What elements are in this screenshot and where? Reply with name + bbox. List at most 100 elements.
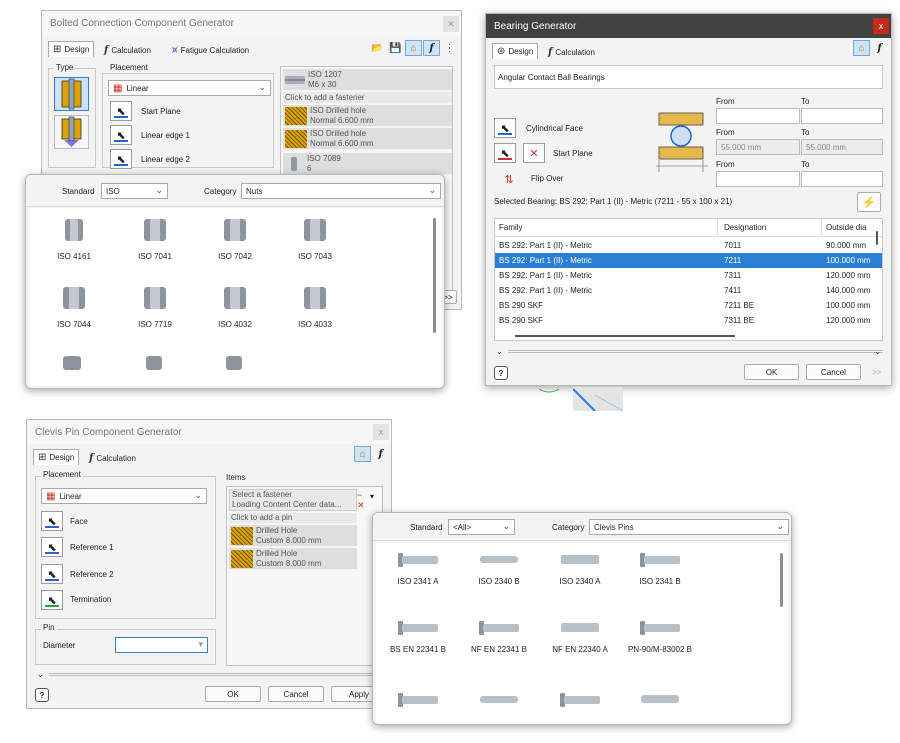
flip-over-icon[interactable]: ⇅	[498, 169, 520, 189]
linear-edge-2-pick-button[interactable]: ⬉	[110, 149, 132, 169]
list-item[interactable]: Drilled Hole Custom 8.000 mm	[229, 548, 357, 570]
bearing-tab-calculation[interactable]: f Calculation	[544, 44, 599, 60]
bolted-close-button[interactable]: ✕	[443, 16, 459, 32]
part-tile[interactable]: ISO 4161	[37, 216, 111, 261]
bearing-type-box[interactable]: Angular Contact Ball Bearings	[494, 65, 883, 89]
diameter-select[interactable]: ▾	[115, 637, 208, 653]
placement-select[interactable]: ▦ Linear ⌄	[108, 80, 271, 96]
ok-button[interactable]: OK	[744, 364, 799, 380]
part-tile[interactable]: ISO 2341 B	[623, 551, 697, 586]
tree-icon[interactable]: ⋮	[441, 40, 458, 56]
list-item[interactable]: Click to add a pin	[229, 513, 357, 524]
clevis-tab-design[interactable]: ⊞ Design	[33, 449, 80, 465]
table-row[interactable]: BS 292: Part 1 (II) - Metric 7311 120.00…	[495, 268, 882, 283]
part-tile[interactable]: ISO 7042	[198, 216, 272, 261]
save-icon[interactable]: 💾	[387, 40, 404, 56]
to-input-2[interactable]: 55.000 mm	[801, 139, 883, 155]
table-row[interactable]: BS 290 SKF 7211 BE 100.000 mm	[495, 298, 882, 313]
design-guide-icon[interactable]: ⌂	[853, 40, 870, 56]
part-tile[interactable]: ISO 7043	[278, 216, 352, 261]
column-header[interactable]: Outside dia	[826, 223, 866, 232]
linear-edge-1-pick-button[interactable]: ⬉	[110, 125, 132, 145]
part-tile[interactable]: PN-90/M-83002 B	[623, 619, 697, 654]
list-item[interactable]: Click to add a fastener	[283, 92, 452, 104]
clevis-expander[interactable]: ⌄	[37, 670, 383, 679]
table-row[interactable]: BS 292: Part 1 (II) - Metric 7011 90.000…	[495, 238, 882, 253]
table-row[interactable]: BS 292: Part 1 (II) - Metric 7211 100.00…	[495, 253, 882, 268]
calc-mode-icon[interactable]: f	[423, 40, 440, 56]
calc-mode-icon[interactable]: f	[372, 446, 389, 462]
bolted-tab-fatigue[interactable]: ⩙ Fatigue Calculation	[168, 42, 253, 58]
ok-button[interactable]: OK	[205, 686, 261, 702]
calc-mode-icon[interactable]: f	[871, 40, 888, 56]
blind-bolt-type-button[interactable]	[54, 115, 89, 149]
bolted-title-bar[interactable]: Bolted Connection Component Generator	[42, 11, 461, 35]
bearing-close-button[interactable]: x	[873, 18, 889, 34]
part-tile[interactable]: ISO 7719	[118, 284, 192, 329]
cancel-button[interactable]: Cancel	[268, 686, 324, 702]
reference-2-pick-button[interactable]: ⬉	[41, 564, 63, 584]
part-tile[interactable]: ISO 4032	[198, 284, 272, 329]
list-item[interactable]: Select a fastener Loading Content Center …	[229, 489, 357, 511]
clevis-placement-select[interactable]: ▦ Linear ⌄	[41, 488, 207, 504]
standard-select[interactable]: <All> ⌄	[448, 519, 515, 535]
nuts-scrollbar[interactable]	[433, 218, 436, 333]
part-name: NF EN 22340 A	[552, 645, 608, 654]
clevis-close-button[interactable]: x	[373, 424, 389, 440]
start-plane-pick-button[interactable]: ⬉	[110, 101, 132, 121]
through-bolt-type-button[interactable]	[54, 77, 89, 111]
part-tile[interactable]: BS EN 22341 B	[381, 619, 455, 654]
clear-selection-icon[interactable]: ✕	[523, 143, 545, 163]
reference-1-pick-button[interactable]: ⬉	[41, 537, 63, 557]
list-item[interactable]: ISO 7089 6	[283, 153, 452, 175]
column-header[interactable]: Family	[499, 223, 523, 232]
item-menu-chevron-icon[interactable]: ▾	[370, 492, 374, 501]
part-tile[interactable]: ISO 2340 A	[543, 551, 617, 586]
chevron-down-icon: ▾	[198, 639, 203, 649]
design-guide-icon[interactable]: ⌂	[354, 446, 371, 462]
clevis-title-bar[interactable]: Clevis Pin Component Generator	[27, 420, 391, 444]
bearing-tab-design[interactable]: ⊛ Design	[492, 43, 539, 59]
from-input-1[interactable]	[716, 108, 800, 124]
list-item[interactable]: Drilled Hole Custom 8.000 mm	[229, 525, 357, 547]
design-guide-icon[interactable]: ⌂	[405, 40, 422, 56]
part-tile[interactable]: ISO 4033	[278, 284, 352, 329]
part-tile[interactable]: ISO 7044	[37, 284, 111, 329]
to-input-3[interactable]	[801, 171, 883, 187]
start-plane-pick-button[interactable]: ⬉	[494, 143, 516, 163]
pins-scrollbar[interactable]	[780, 553, 783, 607]
part-tile[interactable]: ISO 2341 A	[381, 551, 455, 586]
table-hscroll[interactable]	[515, 335, 735, 337]
list-item[interactable]: ISO Drilled hole Normal 6.600 mm	[283, 105, 452, 127]
bolted-tab-design[interactable]: ⊞ Design	[48, 41, 95, 57]
bearing-expander[interactable]: ⌄ ⌄	[496, 347, 883, 356]
part-tile[interactable]: NF EN 22340 A	[543, 619, 617, 654]
remove-item-icon[interactable]: − ✕	[357, 490, 365, 511]
standard-select[interactable]: ISO ⌄	[101, 183, 168, 199]
column-header[interactable]: Designation	[724, 223, 766, 232]
from-input-3[interactable]	[716, 171, 800, 187]
help-icon[interactable]: ?	[494, 366, 508, 380]
clevis-tab-calculation[interactable]: f Calculation	[85, 450, 140, 466]
category-select[interactable]: Clevis Pins ⌄	[589, 519, 789, 535]
to-input-1[interactable]	[801, 108, 883, 124]
cancel-button[interactable]: Cancel	[806, 364, 861, 380]
category-select[interactable]: Nuts ⌄	[241, 183, 441, 199]
open-folder-icon[interactable]: 📂	[369, 40, 386, 56]
lightning-icon[interactable]: ⚡	[857, 192, 881, 212]
termination-pick-button[interactable]: ⬉	[41, 590, 63, 610]
bearing-title-bar[interactable]: Bearing Generator	[486, 14, 891, 38]
cylindrical-face-pick-button[interactable]: ⬉	[494, 118, 516, 138]
part-tile[interactable]: ISO 7041	[118, 216, 192, 261]
list-item[interactable]: ISO Drilled hole Normal 6.600 mm	[283, 128, 452, 150]
table-row[interactable]: BS 290 SKF 7311 BE 120.000 mm	[495, 313, 882, 328]
part-tile[interactable]: ISO 2340 B	[462, 551, 536, 586]
more-button[interactable]: >>	[872, 368, 881, 377]
table-row[interactable]: BS 292: Part 1 (II) - Metric 7411 140.00…	[495, 283, 882, 298]
bolted-tab-calculation[interactable]: f Calculation	[100, 42, 155, 58]
list-item[interactable]: ISO 1207 M6 x 30	[283, 69, 452, 91]
help-icon[interactable]: ?	[35, 688, 49, 702]
from-input-2[interactable]: 55.000 mm	[716, 139, 800, 155]
face-pick-button[interactable]: ⬉	[41, 511, 63, 531]
part-tile[interactable]: NF EN 22341 B	[462, 619, 536, 654]
